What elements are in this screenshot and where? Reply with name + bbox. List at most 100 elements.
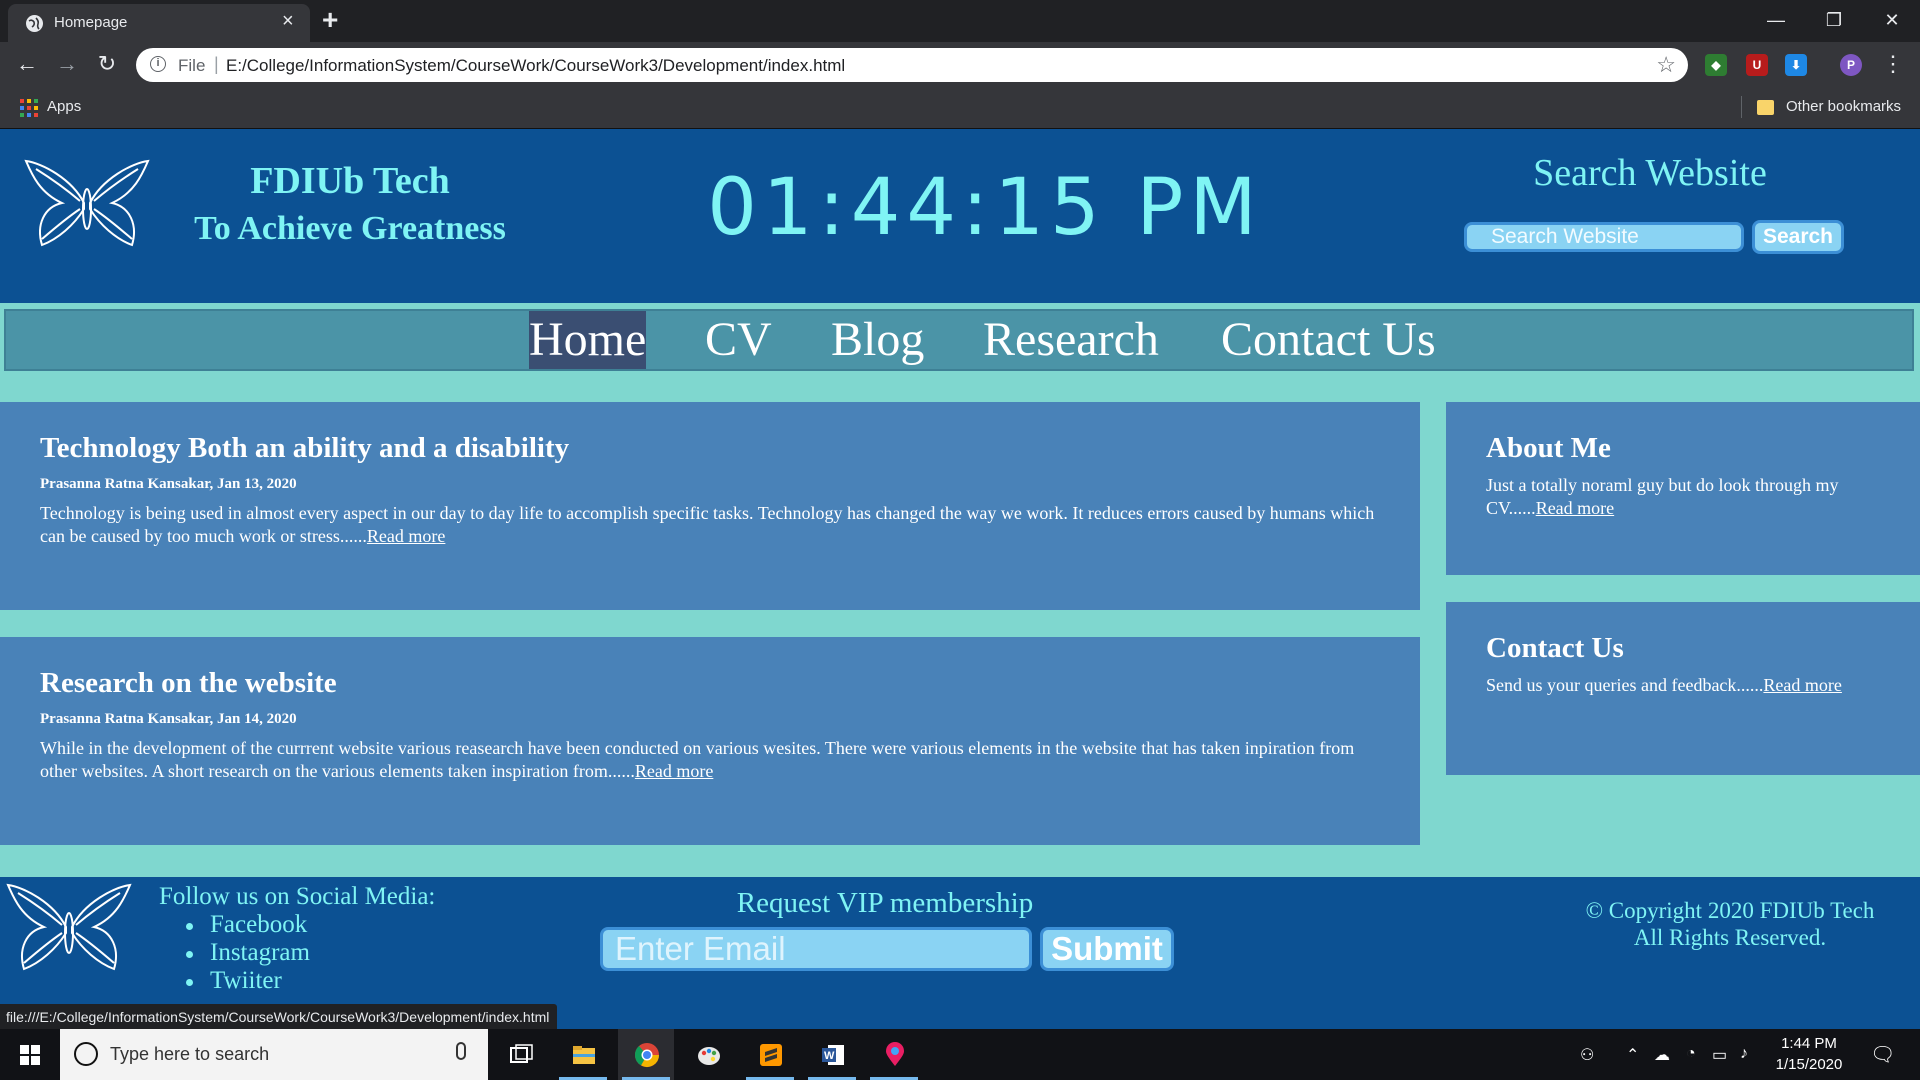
chrome-taskbar-button[interactable] bbox=[618, 1029, 674, 1080]
browser-tab-strip: Homepage × + — ❐ ✕ bbox=[0, 0, 1920, 42]
contact-read-more-link[interactable]: Read more bbox=[1763, 675, 1841, 695]
contact-body: Send us your queries and feedback......R… bbox=[1486, 674, 1866, 697]
paint-palette-icon bbox=[698, 1047, 720, 1065]
volume-icon[interactable]: ♪ bbox=[1740, 1045, 1748, 1063]
browser-tab[interactable]: Homepage × bbox=[8, 4, 310, 42]
task-view-icon bbox=[510, 1044, 533, 1063]
ublock-icon[interactable]: U bbox=[1746, 54, 1768, 76]
address-bar[interactable]: i File | E:/College/InformationSystem/Co… bbox=[136, 48, 1688, 82]
bookmark-star-icon[interactable]: ☆ bbox=[1656, 52, 1676, 78]
brand-tagline: To Achieve Greatness bbox=[194, 210, 506, 247]
apps-bookmark[interactable]: Apps bbox=[47, 98, 81, 115]
submit-button[interactable]: Submit bbox=[1040, 927, 1174, 971]
nav-contact-us[interactable]: Contact Us bbox=[1221, 311, 1436, 369]
blog-post-card: Technology Both an ability and a disabil… bbox=[0, 402, 1420, 610]
social-links: Facebook Instagram Twiiter bbox=[186, 911, 310, 995]
copyright-line: © Copyright 2020 FDIUb Tech bbox=[1585, 898, 1875, 923]
taskbar-search-placeholder: Type here to search bbox=[110, 1044, 270, 1064]
cortana-icon bbox=[74, 1042, 98, 1066]
taskbar-date: 1/15/2020 bbox=[1775, 1056, 1843, 1073]
onedrive-icon[interactable]: ☁ bbox=[1654, 1045, 1670, 1065]
instagram-link[interactable]: Instagram bbox=[210, 939, 310, 966]
taskbar-clock[interactable]: 1:44 PM 1/15/2020 bbox=[1764, 1033, 1854, 1075]
social-item: Instagram bbox=[186, 939, 310, 967]
people-icon[interactable]: ⚇ bbox=[1580, 1045, 1594, 1065]
link-status-bar: file:///E:/College/InformationSystem/Cou… bbox=[0, 1004, 558, 1030]
contact-text: Send us your queries and feedback...... bbox=[1486, 675, 1764, 695]
word-taskbar-button[interactable]: W bbox=[804, 1029, 860, 1080]
search-button[interactable]: Search bbox=[1752, 220, 1844, 254]
twitter-link[interactable]: Twiiter bbox=[210, 967, 282, 994]
close-window-button[interactable]: ✕ bbox=[1864, 4, 1920, 36]
task-view-button[interactable] bbox=[492, 1029, 548, 1080]
facebook-link[interactable]: Facebook bbox=[210, 911, 307, 938]
info-icon[interactable]: i bbox=[150, 56, 166, 72]
social-item: Twiiter bbox=[186, 967, 310, 995]
post-meta: Prasanna Ratna Kansakar, Jan 14, 2020 bbox=[40, 711, 297, 727]
read-more-link[interactable]: Read more bbox=[367, 526, 445, 546]
restore-window-button[interactable]: ❐ bbox=[1806, 4, 1862, 36]
battery-icon[interactable]: ▭ bbox=[1712, 1045, 1727, 1065]
url-separator: | bbox=[214, 54, 219, 74]
post-title: Technology Both an ability and a disabil… bbox=[40, 432, 570, 464]
word-icon: W bbox=[822, 1045, 844, 1065]
windows-start-icon[interactable] bbox=[20, 1045, 40, 1065]
chevron-up-icon[interactable]: ⌃ bbox=[1626, 1045, 1639, 1065]
sublime-text-icon bbox=[760, 1044, 782, 1066]
reload-icon[interactable]: ↻ bbox=[92, 50, 122, 78]
taskbar-time: 1:44 PM bbox=[1781, 1035, 1837, 1052]
copyright: © Copyright 2020 FDIUb Tech All Rights R… bbox=[1560, 897, 1900, 951]
main-nav: Home CV Blog Research Contact Us bbox=[4, 309, 1914, 371]
extension-green-icon[interactable]: ◆ bbox=[1705, 54, 1727, 76]
paint-taskbar-button[interactable] bbox=[680, 1029, 736, 1080]
other-bookmarks[interactable]: Other bookmarks bbox=[1786, 98, 1901, 115]
wifi-icon[interactable]: ◔ bbox=[1686, 1045, 1696, 1063]
map-pin-icon bbox=[886, 1042, 904, 1066]
bookmark-divider bbox=[1741, 96, 1742, 118]
taskbar-search-box[interactable]: Type here to search bbox=[60, 1029, 488, 1080]
profile-avatar[interactable]: P bbox=[1840, 54, 1862, 76]
nav-cv[interactable]: CV bbox=[705, 311, 772, 369]
contact-title: Contact Us bbox=[1486, 632, 1624, 664]
close-tab-icon[interactable]: × bbox=[282, 11, 294, 31]
maps-taskbar-button[interactable] bbox=[866, 1029, 922, 1080]
download-extension-icon[interactable]: ⬇ bbox=[1785, 54, 1807, 76]
about-read-more-link[interactable]: Read more bbox=[1536, 498, 1614, 518]
chrome-icon bbox=[634, 1043, 659, 1068]
vip-title: Request VIP membership bbox=[736, 887, 1034, 919]
tab-title: Homepage bbox=[54, 14, 128, 31]
email-field[interactable] bbox=[600, 927, 1032, 971]
post-body: Technology is being used in almost every… bbox=[40, 502, 1390, 548]
rights-line: All Rights Reserved. bbox=[1633, 925, 1827, 950]
social-item: Facebook bbox=[186, 911, 310, 939]
about-me-card: About Me Just a totally noraml guy but d… bbox=[1446, 402, 1920, 575]
forward-icon[interactable]: → bbox=[52, 50, 82, 78]
microphone-icon[interactable] bbox=[456, 1042, 466, 1060]
globe-icon bbox=[26, 15, 43, 32]
brand-block: FDIUb Tech To Achieve Greatness bbox=[150, 159, 550, 255]
minimize-window-button[interactable]: — bbox=[1748, 4, 1804, 36]
windows-taskbar: Type here to search W ⚇ ⌃ ☁ ◔ ▭ ♪ 1:44 P… bbox=[0, 1029, 1920, 1080]
browser-toolbar: ← → ↻ i File | E:/College/InformationSys… bbox=[0, 42, 1920, 88]
post-body: While in the development of the currrent… bbox=[40, 737, 1390, 783]
svg-text:W: W bbox=[824, 1050, 835, 1062]
brand-name: FDIUb Tech bbox=[250, 160, 450, 202]
notification-center-icon[interactable]: 🗨 bbox=[1870, 1042, 1895, 1067]
apps-grid-icon[interactable] bbox=[20, 99, 38, 117]
read-more-link[interactable]: Read more bbox=[635, 761, 713, 781]
new-tab-button[interactable]: + bbox=[322, 6, 338, 34]
nav-home[interactable]: Home bbox=[529, 311, 647, 369]
post-meta: Prasanna Ratna Kansakar, Jan 13, 2020 bbox=[40, 476, 297, 492]
sublime-taskbar-button[interactable] bbox=[742, 1029, 798, 1080]
url-text[interactable]: E:/College/InformationSystem/CourseWork/… bbox=[226, 56, 845, 76]
search-title: Search Website bbox=[1533, 152, 1767, 194]
menu-icon[interactable]: ⋮ bbox=[1878, 50, 1908, 78]
back-icon[interactable]: ← bbox=[12, 50, 42, 78]
post-excerpt: Technology is being used in almost every… bbox=[40, 503, 1375, 546]
search-input[interactable] bbox=[1464, 222, 1744, 252]
bookmarks-bar: Apps Other bookmarks bbox=[0, 88, 1920, 129]
contact-card: Contact Us Send us your queries and feed… bbox=[1446, 602, 1920, 775]
nav-blog[interactable]: Blog bbox=[831, 311, 924, 369]
file-explorer-button[interactable] bbox=[555, 1029, 611, 1080]
nav-research[interactable]: Research bbox=[983, 311, 1159, 369]
